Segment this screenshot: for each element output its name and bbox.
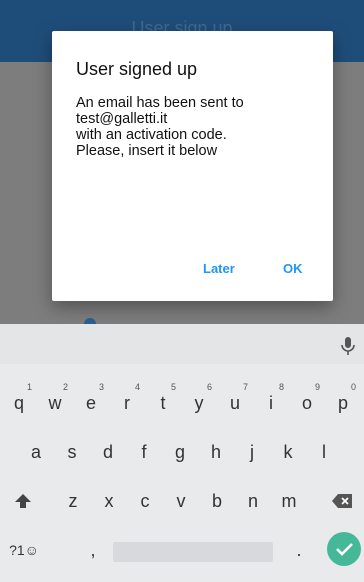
- space-bar[interactable]: [113, 542, 273, 562]
- key-letter: i: [269, 393, 273, 413]
- comma-key[interactable]: ,: [76, 533, 110, 567]
- key-c[interactable]: c: [128, 484, 162, 518]
- key-o[interactable]: o9: [290, 382, 324, 420]
- period-key[interactable]: .: [282, 533, 316, 567]
- key-p[interactable]: p0: [326, 382, 360, 420]
- later-button[interactable]: Later: [203, 261, 235, 276]
- symbols-key[interactable]: ?1☺: [2, 533, 46, 567]
- key-v[interactable]: v: [164, 484, 198, 518]
- key-w[interactable]: w2: [38, 382, 72, 420]
- done-key[interactable]: [327, 532, 361, 566]
- key-number-hint: 6: [206, 382, 212, 392]
- key-z[interactable]: z: [56, 484, 90, 518]
- key-i[interactable]: i8: [254, 382, 288, 420]
- key-letter: q: [13, 393, 24, 413]
- key-a[interactable]: a: [19, 435, 53, 469]
- key-letter: e: [85, 393, 96, 413]
- key-number-hint: 4: [134, 382, 140, 392]
- key-letter: p: [337, 393, 348, 413]
- key-letter: w: [48, 393, 62, 413]
- key-letter: u: [229, 393, 240, 413]
- key-y[interactable]: y6: [182, 382, 216, 420]
- key-l[interactable]: l: [307, 435, 341, 469]
- checkmark-icon: [336, 543, 353, 556]
- dialog-message: An email has been sent to test@galletti.…: [76, 95, 244, 159]
- shift-icon: [15, 494, 31, 508]
- key-s[interactable]: s: [55, 435, 89, 469]
- key-number-hint: 9: [314, 382, 320, 392]
- key-u[interactable]: u7: [218, 382, 252, 420]
- key-number-hint: 2: [62, 382, 68, 392]
- key-b[interactable]: b: [200, 484, 234, 518]
- key-letter: o: [301, 393, 312, 413]
- key-letter: r: [124, 393, 130, 413]
- key-k[interactable]: k: [271, 435, 305, 469]
- microphone-icon[interactable]: [340, 336, 356, 356]
- keyboard-suggestion-bar: [0, 324, 364, 364]
- dialog-title: User signed up: [76, 59, 198, 79]
- key-number-hint: 5: [170, 382, 176, 392]
- key-m[interactable]: m: [272, 484, 306, 518]
- key-h[interactable]: h: [199, 435, 233, 469]
- signup-dialog: User signed up An email has been sent to…: [52, 31, 333, 301]
- key-j[interactable]: j: [235, 435, 269, 469]
- soft-keyboard: q1w2e3r4t5y6u7i8o9p0 asdfghjkl zxcvbnm ?…: [0, 324, 364, 582]
- backspace-key[interactable]: [323, 484, 361, 518]
- key-number-hint: 1: [26, 382, 32, 392]
- key-x[interactable]: x: [92, 484, 126, 518]
- key-letter: y: [194, 393, 204, 413]
- key-g[interactable]: g: [163, 435, 197, 469]
- key-number-hint: 3: [98, 382, 104, 392]
- shift-key[interactable]: [1, 484, 45, 518]
- key-number-hint: 8: [278, 382, 284, 392]
- key-number-hint: 0: [350, 382, 356, 392]
- backspace-icon: [332, 494, 352, 508]
- key-n[interactable]: n: [236, 484, 270, 518]
- key-letter: t: [160, 393, 166, 413]
- key-t[interactable]: t5: [146, 382, 180, 420]
- key-r[interactable]: r4: [110, 382, 144, 420]
- ok-button[interactable]: OK: [283, 261, 303, 276]
- key-d[interactable]: d: [91, 435, 125, 469]
- key-e[interactable]: e3: [74, 382, 108, 420]
- key-q[interactable]: q1: [2, 382, 36, 420]
- key-number-hint: 7: [242, 382, 248, 392]
- key-f[interactable]: f: [127, 435, 161, 469]
